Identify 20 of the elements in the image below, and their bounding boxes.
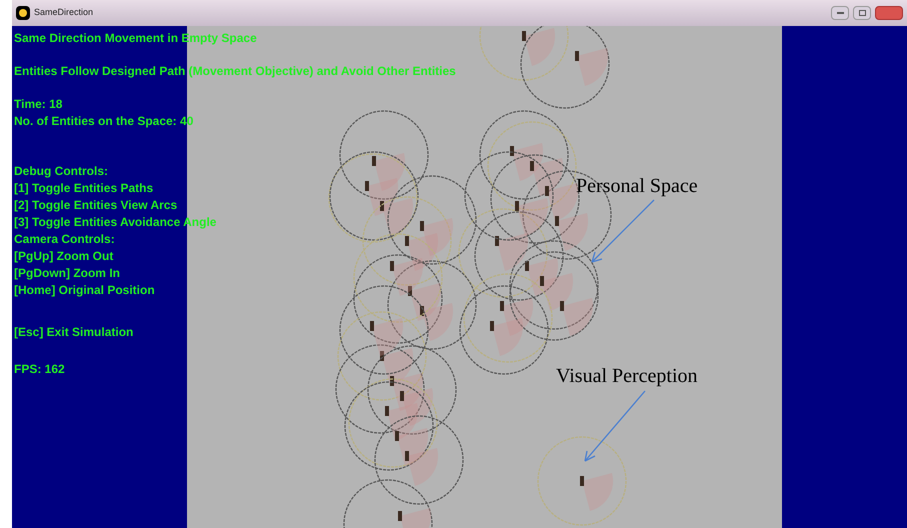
close-button[interactable] <box>875 6 903 20</box>
hud-text: Camera Controls: <box>14 231 116 248</box>
hud-text: FPS: 162 <box>14 361 66 378</box>
annotation-label: Visual Perception <box>556 364 698 388</box>
hud-text: [Esc] Exit Simulation <box>14 324 134 341</box>
minimize-button[interactable] <box>831 6 849 20</box>
hud-text: [PgDown] Zoom In <box>14 265 121 282</box>
hud-text: [1] Toggle Entities Paths <box>14 180 154 197</box>
hud-text: Debug Controls: <box>14 163 109 180</box>
window-title: SameDirection <box>34 6 94 20</box>
hud-text: Entities Follow Designed Path (Movement Objective) and Avoid Other Entities <box>14 63 456 80</box>
hud-text: [2] Toggle Entities View Arcs <box>14 197 178 214</box>
hud-text: [Home] Original Position <box>14 282 156 299</box>
maximize-button[interactable] <box>853 6 871 20</box>
annotation-arrow <box>591 200 654 263</box>
app-icon <box>16 6 30 20</box>
hud-text: [PgUp] Zoom Out <box>14 248 114 265</box>
annotation-label: Personal Space <box>576 174 698 198</box>
annotation-arrow <box>584 390 646 462</box>
hud-text: Time: 18 <box>14 96 64 113</box>
